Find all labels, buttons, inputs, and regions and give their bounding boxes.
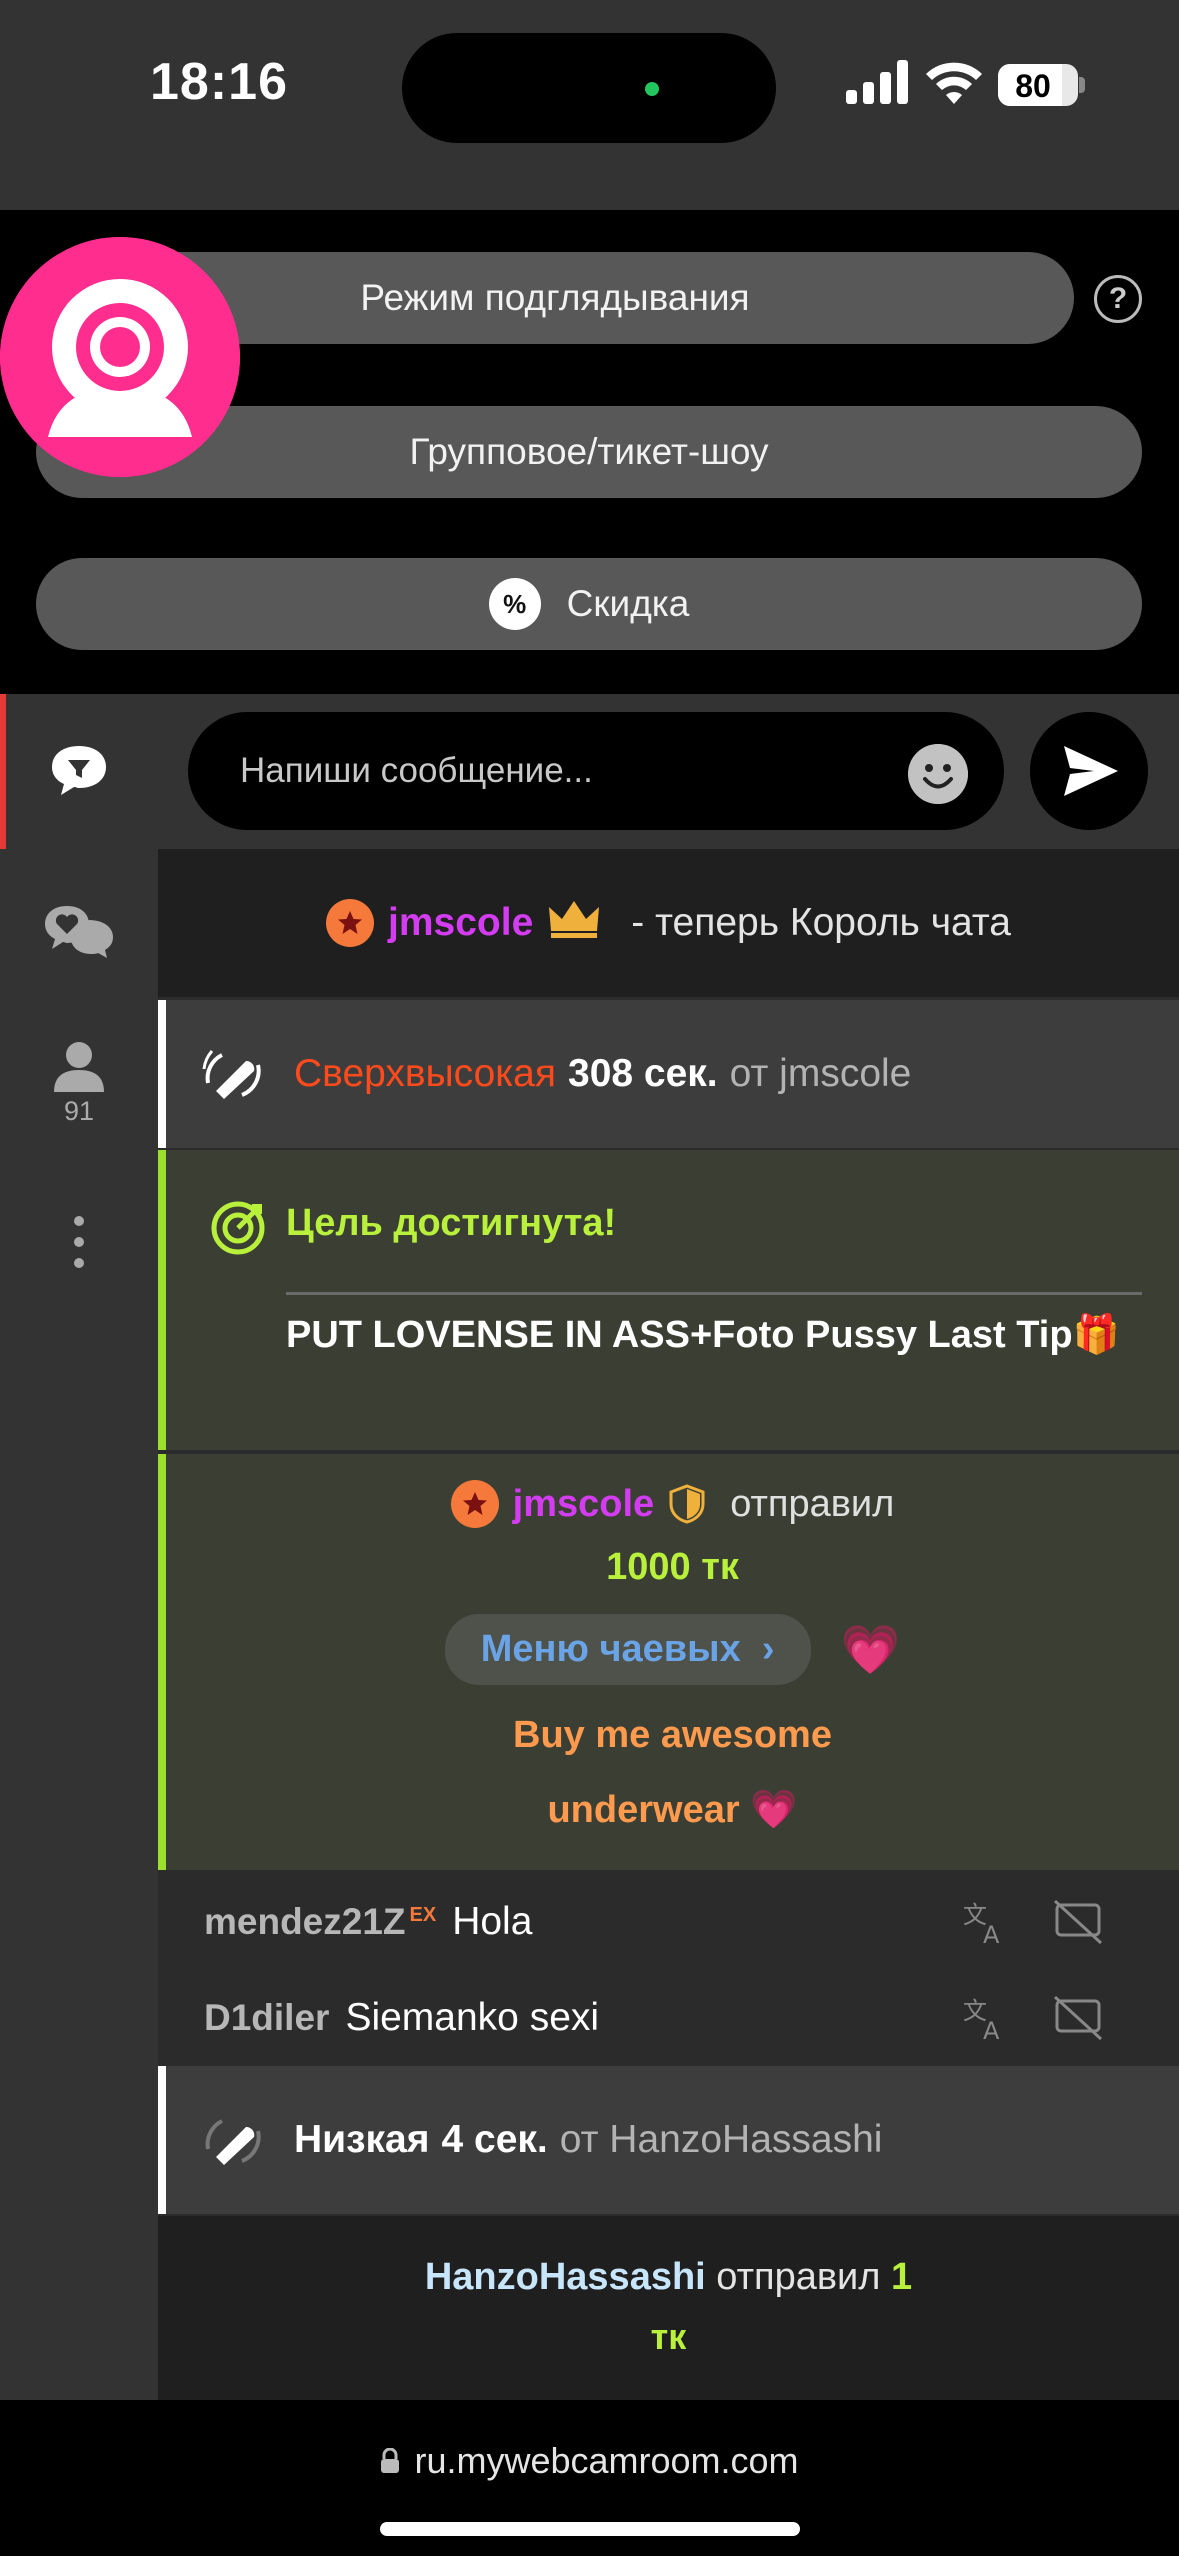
vibrator-icon bbox=[205, 2119, 261, 2165]
vibe-level: Сверхвысокая bbox=[294, 1052, 556, 1095]
shield-icon bbox=[669, 1484, 705, 1524]
vibe-duration: 4 сек. bbox=[441, 2118, 548, 2161]
king-username[interactable]: jmscole bbox=[388, 901, 533, 945]
tab-users[interactable]: 91 bbox=[0, 1040, 158, 1127]
chat-text: Hola bbox=[452, 1900, 533, 1943]
tab-private-chats[interactable] bbox=[0, 902, 158, 960]
star-badge-icon bbox=[450, 1480, 499, 1528]
vibration-message: Сверхвысокая 308 сек. от jmscole bbox=[158, 1000, 1179, 1148]
chat-hearts-icon bbox=[45, 906, 113, 958]
browser-bar: ru.mywebcamroom.com bbox=[0, 2400, 1179, 2556]
tip-note-line1: Buy me awesome bbox=[513, 1714, 832, 1756]
vibe-from: от jmscole bbox=[729, 1052, 912, 1095]
target-icon bbox=[211, 1201, 265, 1255]
webcam-logo-icon[interactable] bbox=[0, 237, 240, 477]
group-show-label: Групповое/тикет-шоу bbox=[409, 431, 769, 472]
tip-action: отправил bbox=[716, 2256, 881, 2298]
translate-icon[interactable]: 文A bbox=[961, 1897, 1011, 1947]
status-time: 18:16 bbox=[150, 53, 288, 111]
vibrator-icon bbox=[202, 1049, 261, 1099]
tip-menu-label: Меню чаевых bbox=[480, 1628, 741, 1670]
vibe-duration: 308 сек. bbox=[568, 1052, 718, 1095]
emoji-icon[interactable] bbox=[908, 744, 968, 804]
goal-reached-message: Цель достигнута! PUT LOVENSE IN ASS+Foto… bbox=[158, 1150, 1179, 1450]
chat-message: D1diler Siemanko sexi 文A bbox=[158, 1970, 1179, 2066]
tip-unit: тк bbox=[650, 2316, 687, 2357]
more-vertical-icon bbox=[74, 1216, 84, 1268]
king-text: - теперь Король чата bbox=[631, 901, 1011, 944]
lock-icon bbox=[381, 2448, 400, 2473]
message-composer bbox=[158, 694, 1179, 849]
tip-action: отправил bbox=[730, 1482, 895, 1525]
address-bar[interactable]: ru.mywebcamroom.com bbox=[0, 2440, 1179, 2482]
chevron-right-icon: › bbox=[761, 1628, 775, 1670]
tip-username[interactable]: jmscole bbox=[513, 1483, 655, 1526]
battery-icon: 80 bbox=[998, 64, 1078, 106]
chat-bubble-icon bbox=[52, 746, 106, 795]
vibe-from: от HanzoHassashi bbox=[559, 2118, 883, 2161]
vibe-level: Низкая bbox=[294, 2118, 430, 2161]
ex-badge: EX bbox=[409, 1903, 437, 1926]
tip-message: jmscole отправил 1000 тк Меню чаевых › 💗… bbox=[158, 1454, 1179, 1870]
mute-chat-icon[interactable] bbox=[1053, 1897, 1103, 1947]
battery-level: 80 bbox=[1015, 68, 1051, 104]
wifi-icon bbox=[926, 62, 982, 104]
user-icon bbox=[54, 1042, 104, 1092]
chat-panel: jmscole - теперь Король чата Сверхвысока… bbox=[158, 694, 1179, 2400]
more-menu-button[interactable] bbox=[0, 1214, 158, 1270]
svg-text:A: A bbox=[983, 1921, 1000, 1947]
users-count: 91 bbox=[63, 1096, 95, 1126]
tip-note-line2: underwear 💗 bbox=[547, 1789, 798, 1831]
send-button[interactable] bbox=[1030, 712, 1148, 830]
tip-amount: 1000 тк bbox=[606, 1546, 739, 1588]
home-indicator[interactable] bbox=[380, 2522, 800, 2536]
crown-icon bbox=[549, 901, 600, 938]
tip-username[interactable]: HanzoHassashi bbox=[425, 2256, 706, 2298]
tip-menu-button[interactable]: Меню чаевых › bbox=[444, 1614, 811, 1685]
tab-public-chat[interactable] bbox=[0, 742, 158, 798]
goal-text: PUT LOVENSE IN ASS+Foto Pussy Last Tip🎁 bbox=[286, 1314, 1120, 1356]
help-icon[interactable]: ? bbox=[1094, 275, 1142, 323]
goal-title: Цель достигнута! bbox=[286, 1202, 617, 1244]
tip-message: HanzoHassashi отправил 1 тк bbox=[158, 2216, 1179, 2400]
translate-icon[interactable]: 文A bbox=[961, 1993, 1011, 2043]
vibration-message: Низкая 4 сек. от HanzoHassashi bbox=[158, 2066, 1179, 2214]
message-input[interactable] bbox=[188, 712, 1004, 830]
chat-username[interactable]: D1diler bbox=[204, 1997, 329, 2039]
url-text: ru.mywebcamroom.com bbox=[414, 2440, 799, 2481]
tip-amount: 1 bbox=[891, 2256, 913, 2298]
chat-text: Siemanko sexi bbox=[345, 1996, 600, 2039]
svg-text:A: A bbox=[983, 2017, 1000, 2043]
signal-icon bbox=[846, 60, 908, 104]
chat-username[interactable]: mendez21Z EX bbox=[204, 1901, 436, 1943]
heart-icon: 💗 bbox=[840, 1624, 901, 1677]
discount-button[interactable]: % Скидка bbox=[36, 558, 1142, 650]
status-bar: 18:16 80 bbox=[0, 0, 1179, 210]
camera-indicator-icon bbox=[645, 82, 659, 96]
discount-label: Скидка bbox=[566, 583, 690, 624]
star-badge-icon bbox=[326, 899, 375, 947]
chat-sidebar: 91 bbox=[0, 694, 158, 2400]
discount-icon: % bbox=[488, 578, 541, 630]
battery-cap bbox=[1079, 77, 1085, 93]
chat-message: mendez21Z EX Hola 文A bbox=[158, 1874, 1179, 1970]
king-announcement: jmscole - теперь Король чата bbox=[158, 849, 1179, 997]
peek-mode-label: Режим подглядывания bbox=[360, 277, 750, 318]
mute-chat-icon[interactable] bbox=[1053, 1993, 1103, 2043]
goal-divider bbox=[286, 1292, 1142, 1295]
dynamic-island bbox=[402, 33, 776, 143]
